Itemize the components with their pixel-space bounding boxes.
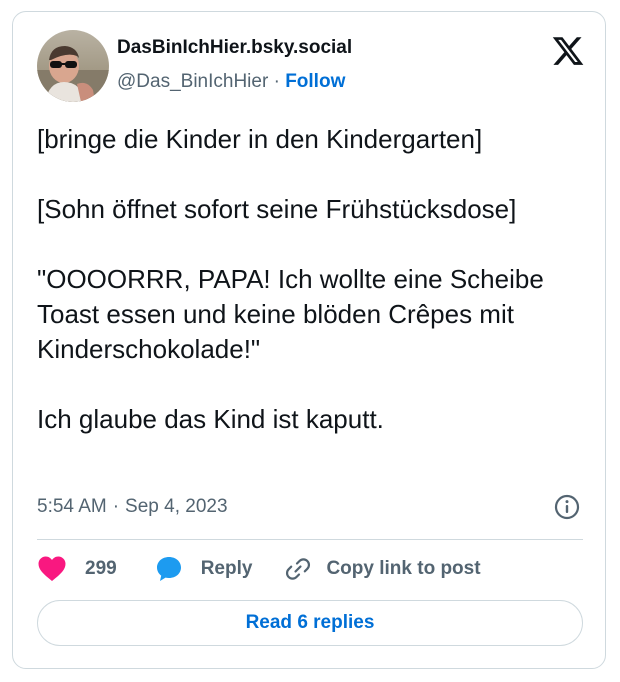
tweet-date: Sep 4, 2023 <box>125 496 228 517</box>
tweet-text: [bringe die Kinder in den Kindergarten] … <box>37 122 587 437</box>
author-handle[interactable]: @Das_BinIchHier <box>117 71 268 92</box>
copy-link-label: Copy link to post <box>326 558 481 579</box>
like-button[interactable]: 299 <box>37 555 117 583</box>
author-handle-line: @Das_BinIchHier · Follow <box>117 71 345 93</box>
follow-button[interactable]: Follow <box>285 71 345 92</box>
tweet-paragraph: [bringe die Kinder in den Kindergarten] <box>37 124 483 154</box>
action-bar: 299 Reply Copy link to post <box>37 554 481 584</box>
like-count: 299 <box>85 558 117 579</box>
copy-link-button[interactable]: Copy link to post <box>284 555 481 583</box>
link-icon <box>286 558 311 580</box>
heart-icon <box>38 556 66 581</box>
speech-bubble-icon <box>156 557 181 581</box>
divider <box>37 539 583 540</box>
avatar-photo <box>37 30 109 102</box>
tweet-paragraph: Ich glaube das Kind ist kaputt. <box>37 404 384 434</box>
author-display-name[interactable]: DasBinIchHier.bsky.social <box>117 37 352 59</box>
tweet-paragraph: "OOOORRR, PAPA! Ich wollte eine Scheibe … <box>37 264 544 364</box>
read-replies-button[interactable]: Read 6 replies <box>37 600 583 646</box>
reply-label: Reply <box>200 558 253 579</box>
handle-separator: · <box>273 71 280 92</box>
reply-button[interactable]: Reply <box>155 555 253 583</box>
tweet-time: 5:54 AM <box>37 496 107 517</box>
tweet-timestamp[interactable]: 5:54 AM · Sep 4, 2023 <box>37 496 228 518</box>
timestamp-separator: · <box>112 496 120 517</box>
x-logo-icon[interactable] <box>551 34 585 68</box>
info-icon[interactable] <box>553 493 581 521</box>
tweet-card: DasBinIchHier.bsky.social @Das_BinIchHie… <box>12 11 606 669</box>
tweet-paragraph: [Sohn öffnet sofort seine Frühstücksdose… <box>37 194 517 224</box>
author-avatar[interactable] <box>37 30 109 102</box>
